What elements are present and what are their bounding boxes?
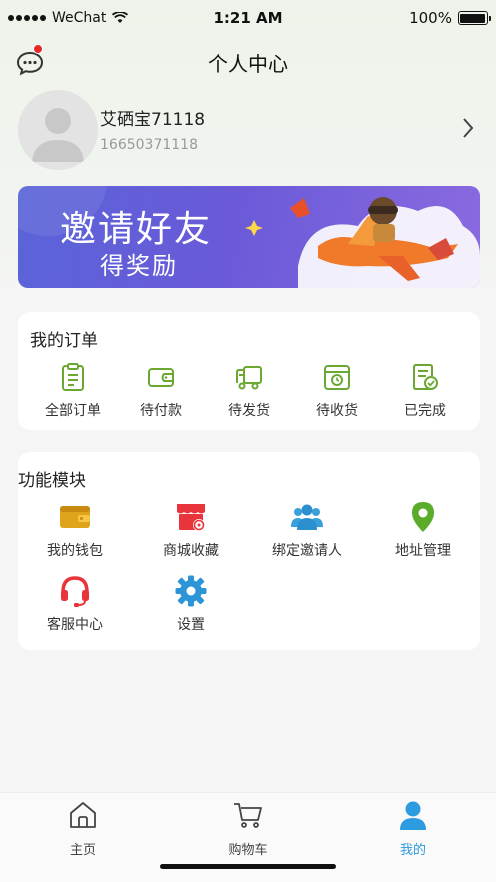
user-phone: 16650371118 <box>100 137 198 153</box>
func-favorites[interactable]: 商城收藏 <box>136 500 246 560</box>
user-icon <box>400 801 426 830</box>
func-label: 设置 <box>177 617 205 633</box>
battery-icon <box>457 11 491 25</box>
page-title: 个人中心 <box>208 51 288 76</box>
home-icon <box>70 802 96 828</box>
func-bind-inviter[interactable]: 绑定邀请人 <box>252 500 362 560</box>
func-label: 商城收藏 <box>163 543 219 559</box>
box-clock-icon <box>324 365 350 390</box>
user-name: 艾硒宝71118 <box>100 110 206 130</box>
headset-icon <box>61 576 89 607</box>
chevron-right-icon[interactable] <box>460 116 476 140</box>
carrier-label: WeChat <box>52 10 107 26</box>
tab-label: 主页 <box>69 843 96 858</box>
tab-label: 购物车 <box>228 843 268 858</box>
cart-icon <box>234 803 262 828</box>
status-time: 1:21 AM <box>213 9 283 27</box>
shop-heart-icon <box>177 504 205 531</box>
banner-title: 邀请好友 <box>60 209 213 250</box>
invite-banner[interactable]: 邀请好友 得奖励 <box>18 186 480 288</box>
func-label: 客服中心 <box>47 617 103 633</box>
orders-title: 我的订单 <box>30 331 98 351</box>
status-left: WeChat <box>8 10 168 26</box>
wallet-icon <box>148 368 174 387</box>
order-pending-receipt[interactable]: 待收货 <box>292 362 382 420</box>
order-label: 待收货 <box>316 403 358 419</box>
clipboard-icon <box>62 363 84 391</box>
func-address[interactable]: 地址管理 <box>368 500 478 560</box>
default-avatar-icon <box>18 90 98 170</box>
tab-cart[interactable]: 购物车 <box>198 799 298 858</box>
func-settings[interactable]: 设置 <box>136 574 246 634</box>
order-label: 待付款 <box>140 403 182 419</box>
tab-home[interactable]: 主页 <box>33 799 133 858</box>
truck-icon <box>236 366 262 390</box>
tab-label: 我的 <box>399 843 426 858</box>
functions-card: 功能模块 我的钱包 商城收藏 绑定邀请人 地址管理 客服中心 设置 <box>18 452 480 650</box>
avatar[interactable] <box>18 90 98 170</box>
orders-card: 我的订单 全部订单 待付款 待发货 待收货 已完成 <box>18 312 480 430</box>
func-wallet[interactable]: 我的钱包 <box>20 500 130 560</box>
order-label: 全部订单 <box>45 403 101 419</box>
profile-card[interactable]: 艾硒宝71118 16650371118 <box>18 90 480 170</box>
order-completed[interactable]: 已完成 <box>380 362 470 420</box>
wifi-icon <box>112 12 129 23</box>
order-all[interactable]: 全部订单 <box>28 362 118 420</box>
doc-check-icon <box>413 364 438 390</box>
order-pending-payment[interactable]: 待付款 <box>116 362 206 420</box>
order-label: 待发货 <box>228 403 270 419</box>
battery-percent: 100% <box>409 9 452 27</box>
func-customer-service[interactable]: 客服中心 <box>20 574 130 634</box>
func-label: 地址管理 <box>395 543 451 559</box>
gear-icon <box>175 575 207 607</box>
tab-mine[interactable]: 我的 <box>363 799 463 858</box>
banner-subtitle: 得奖励 <box>100 252 178 280</box>
signal-icon <box>8 15 46 21</box>
location-pin-icon <box>412 502 434 532</box>
order-pending-shipment[interactable]: 待发货 <box>204 362 294 420</box>
func-label: 我的钱包 <box>47 543 103 559</box>
func-label: 绑定邀请人 <box>272 543 342 559</box>
status-right: 100% <box>328 9 491 27</box>
wallet-icon <box>60 506 90 528</box>
functions-title: 功能模块 <box>18 471 86 491</box>
people-icon <box>291 504 323 530</box>
home-indicator <box>160 864 336 869</box>
order-label: 已完成 <box>404 403 446 419</box>
status-bar: WeChat 1:21 AM 100% <box>0 0 496 36</box>
